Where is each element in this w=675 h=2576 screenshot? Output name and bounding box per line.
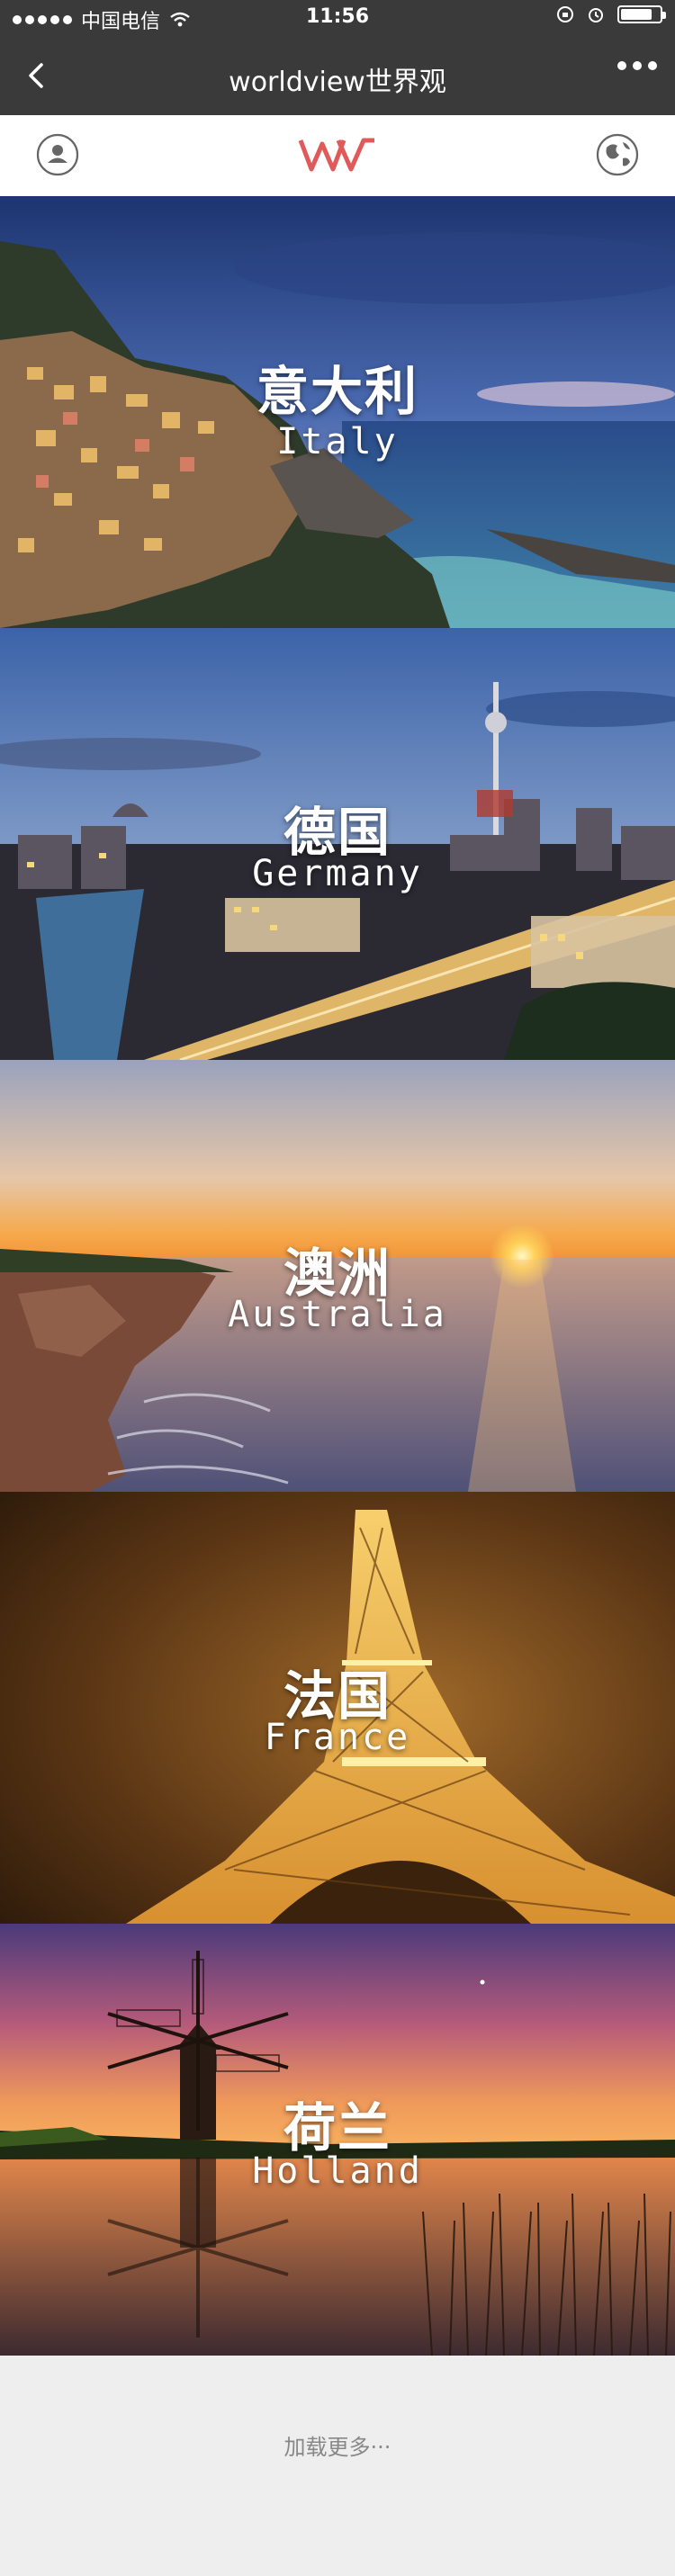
battery-icon	[617, 5, 666, 23]
destination-name-cn: 意大利	[256, 361, 418, 422]
load-more-button[interactable]: 加载更多···	[0, 2429, 675, 2461]
user-profile-icon[interactable]	[36, 133, 79, 176]
alarm-icon	[589, 8, 603, 22]
destination-name-en: Germany	[252, 853, 423, 894]
destination-name-en: Italy	[276, 421, 399, 462]
destination-name-en: France	[264, 1717, 411, 1758]
globe-icon[interactable]	[596, 133, 639, 176]
destination-card-germany[interactable]: 德国 Germany	[0, 628, 675, 1060]
status-bar: 中国电信 11:56	[0, 0, 675, 36]
destination-card-italy[interactable]: 意大利 Italy	[0, 196, 675, 628]
status-right	[556, 5, 666, 23]
worldview-logo	[298, 138, 374, 172]
nav-bar: worldview世界观	[0, 36, 675, 115]
destination-card-france[interactable]: 法国 France	[0, 1492, 675, 1924]
app-header	[0, 115, 675, 197]
destination-name-en: Australia	[228, 1294, 447, 1335]
destination-name-en: Holland	[252, 2150, 423, 2192]
page-title: worldview世界观	[229, 67, 446, 98]
more-options-icon[interactable]	[617, 61, 657, 70]
destination-card-australia[interactable]: 澳洲 Australia	[0, 1060, 675, 1492]
orientation-lock-icon	[557, 6, 573, 22]
destination-card-holland[interactable]: 荷兰 Holland	[0, 1924, 675, 2356]
